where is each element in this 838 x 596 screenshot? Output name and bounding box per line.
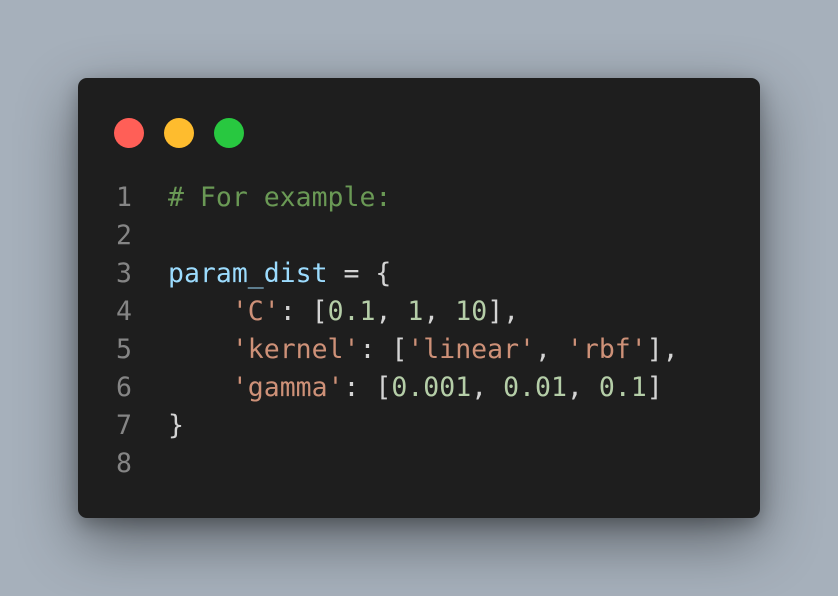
code-block: 1 # For example: 2 3 param_dist = {4 'C': [0…: [78, 179, 760, 483]
token-comment: # For example:: [168, 182, 392, 213]
token-number: 0.01: [503, 372, 567, 403]
line-number: 8: [116, 448, 132, 479]
token-punctuation: [168, 296, 232, 327]
token-punctuation: ,: [423, 296, 456, 327]
token-string: 'rbf': [566, 334, 647, 365]
token-number: 0.1: [327, 296, 376, 327]
line-number: 2: [116, 220, 132, 251]
line-number: 7: [116, 410, 132, 441]
line-source: 'C': [0.1, 1, 10],: [168, 293, 519, 331]
token-string: 'gamma': [231, 372, 344, 403]
token-punctuation: }: [168, 410, 184, 441]
code-line: 2: [78, 217, 760, 255]
code-line: 4 'C': [0.1, 1, 10],: [78, 293, 760, 331]
line-number: 5: [116, 334, 132, 365]
token-number: 1: [407, 296, 424, 327]
token-punctuation: = {: [327, 258, 392, 289]
token-punctuation: : [: [359, 334, 408, 365]
token-punctuation: ,: [534, 334, 567, 365]
token-string: 'kernel': [231, 334, 360, 365]
zoom-button[interactable]: [214, 118, 244, 148]
line-source: param_dist = {: [168, 255, 391, 293]
token-punctuation: : [: [279, 296, 328, 327]
code-line: 7}: [78, 407, 760, 445]
line-source: 'kernel': ['linear', 'rbf'],: [168, 331, 679, 369]
token-punctuation: ],: [646, 334, 679, 365]
code-window: 1 # For example: 2 3 param_dist = {4 'C': [0…: [78, 78, 760, 518]
code-line: 5 'kernel': ['linear', 'rbf'],: [78, 331, 760, 369]
code-line: 3 param_dist = {: [78, 255, 760, 293]
line-source: # For example:: [168, 179, 391, 217]
line-number: 4: [116, 296, 132, 327]
code-line: 6 'gamma': [0.001, 0.01, 0.1]: [78, 369, 760, 407]
line-source: }: [168, 407, 184, 445]
token-number: 0.1: [598, 372, 647, 403]
line-number: 6: [116, 372, 132, 403]
token-string: 'C': [231, 296, 280, 327]
token-punctuation: [168, 372, 232, 403]
token-punctuation: ]: [646, 372, 663, 403]
token-variable: param_dist: [168, 258, 328, 289]
token-punctuation: ,: [566, 372, 599, 403]
line-number: 3: [116, 258, 132, 289]
code-line: 8: [78, 445, 760, 483]
token-punctuation: ,: [471, 372, 504, 403]
code-line: 1 # For example:: [78, 179, 760, 217]
token-punctuation: [168, 334, 232, 365]
line-source: 'gamma': [0.001, 0.01, 0.1]: [168, 369, 663, 407]
token-punctuation: ],: [487, 296, 520, 327]
token-string: 'linear': [407, 334, 535, 365]
token-number: 10: [455, 296, 488, 327]
token-number: 0.001: [391, 372, 472, 403]
token-punctuation: : [: [343, 372, 392, 403]
line-number: 1: [116, 182, 132, 213]
close-button[interactable]: [114, 118, 144, 148]
token-punctuation: ,: [375, 296, 408, 327]
minimize-button[interactable]: [164, 118, 194, 148]
